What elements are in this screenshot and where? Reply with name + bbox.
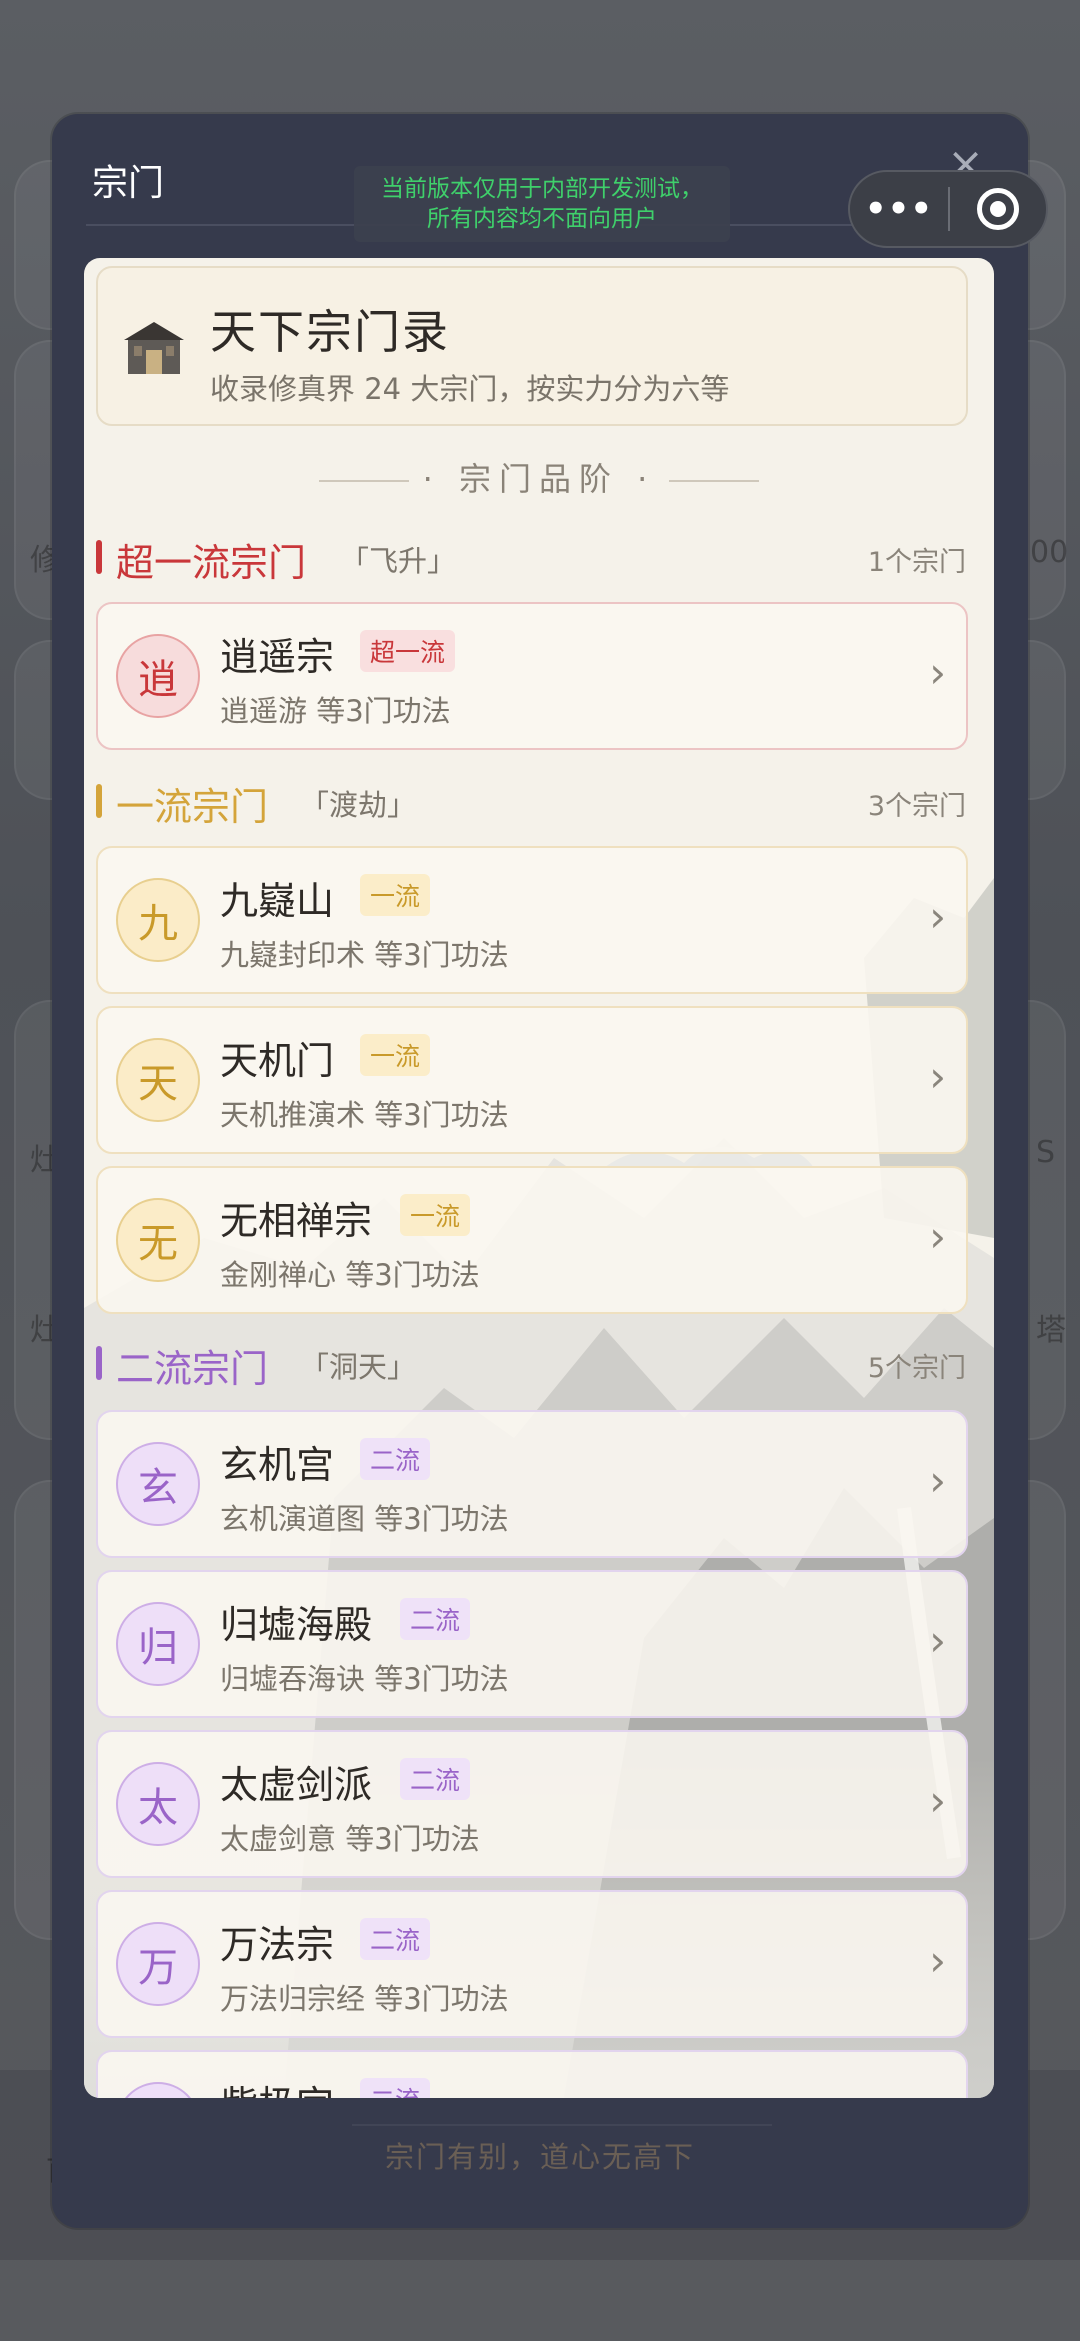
sect-item[interactable]: 逍 逍遥宗 超一流 逍遥游 等3门功法 ›	[96, 602, 968, 750]
chevron-right-icon: ›	[929, 1776, 946, 1825]
section-count: 3个宗门	[867, 791, 966, 822]
sect-desc: 天机推演术 等3门功法	[220, 1098, 509, 1132]
close-miniprogram-icon[interactable]	[950, 188, 1046, 230]
sect-avatar: 太	[116, 1762, 200, 1846]
rank-badge: 二流	[400, 1758, 471, 1800]
sect-avatar: 归	[116, 1602, 200, 1686]
sect-name: 逍遥宗	[220, 635, 335, 679]
sect-item[interactable]: 九 九嶷山 一流 九嶷封印术 等3门功法 ›	[96, 846, 968, 994]
sect-avatar: 万	[116, 1922, 200, 2006]
rank-badge: 一流	[360, 1034, 431, 1076]
rank-badge: 二流	[360, 1438, 431, 1480]
section-header-second: 二流宗门 「洞天」 5个宗门	[96, 1336, 968, 1391]
miniprogram-capsule: •••	[848, 170, 1048, 248]
sect-name: 紫极宫	[220, 2074, 334, 2098]
target-ring	[976, 188, 1019, 230]
section-name: 一流宗门	[116, 785, 269, 829]
section-count: 5个宗门	[867, 1353, 966, 1384]
rank-badge: 一流	[400, 1194, 471, 1236]
sect-avatar: 紫	[116, 2082, 200, 2098]
sect-avatar: 天	[116, 1038, 200, 1122]
sect-item[interactable]: 玄 玄机宫 二流 玄机演道图 等3门功法 ›	[96, 1410, 968, 1558]
modal-title: 宗门	[92, 163, 165, 204]
section-count: 1个宗门	[867, 547, 966, 578]
sect-desc: 玄机演道图 等3门功法	[220, 1502, 509, 1536]
chevron-right-icon: ›	[929, 1052, 946, 1101]
section-bar	[96, 784, 102, 818]
background-label: 塔	[1036, 1313, 1066, 1348]
sect-item[interactable]: 太 太虚剑派 二流 太虚剑意 等3门功法 ›	[96, 1730, 968, 1878]
rank-badge: 二流	[360, 2078, 431, 2098]
divider-line	[318, 480, 409, 482]
sect-desc: 逍遥游 等3门功法	[220, 694, 451, 728]
chevron-right-icon: ›	[929, 648, 946, 697]
sect-avatar: 玄	[116, 1442, 200, 1526]
section-header-first: 一流宗门 「渡劫」 3个宗门	[96, 774, 968, 829]
rank-badge: 二流	[400, 1598, 471, 1640]
sect-item[interactable]: 万 万法宗 二流 万法归宗经 等3门功法 ›	[96, 1890, 968, 2038]
dev-banner-line: 所有内容均不面向用户	[427, 206, 657, 232]
grade-heading: · 宗门品阶 ·	[84, 454, 994, 500]
rank-badge: 二流	[360, 1918, 431, 1960]
sect-avatar: 九	[116, 878, 200, 962]
footer-divider	[352, 2124, 772, 2126]
dev-test-banner: 当前版本仅用于内部开发测试， 所有内容均不面向用户	[354, 166, 730, 242]
more-icon[interactable]: •••	[850, 189, 948, 229]
sect-record-header: 天下宗门录 收录修真界 24 大宗门，按实力分为六等	[96, 266, 968, 426]
sect-desc: 万法归宗经 等3门功法	[220, 1982, 509, 2016]
sect-desc: 金刚禅心 等3门功法	[220, 1258, 480, 1292]
section-header-super: 超一流宗门 「飞升」 1个宗门	[96, 530, 968, 585]
section-bar	[96, 540, 102, 574]
rank-badge: 超一流	[360, 630, 456, 672]
sect-avatar: 逍	[116, 634, 200, 718]
chevron-right-icon: ›	[929, 1936, 946, 1985]
sect-name: 归墟海殿	[220, 1603, 373, 1647]
section-tag: 「洞天」	[300, 1350, 417, 1384]
sect-name: 万法宗	[220, 1923, 335, 1967]
sect-name: 九嶷山	[220, 879, 335, 923]
chevron-right-icon: ›	[929, 1456, 946, 1505]
section-bar	[96, 1346, 102, 1380]
divider-line	[669, 480, 760, 482]
background-label: S	[1036, 1135, 1056, 1170]
sect-item[interactable]: 无 无相禅宗 一流 金刚禅心 等3门功法 ›	[96, 1166, 968, 1314]
dev-banner-line: 当前版本仅用于内部开发测试，	[381, 176, 703, 202]
section-tag: 「飞升」	[340, 544, 457, 578]
sect-name: 无相禅宗	[220, 1199, 373, 1243]
sect-item[interactable]: 天 天机门 一流 天机推演术 等3门功法 ›	[96, 1006, 968, 1154]
chevron-right-icon: ›	[929, 1212, 946, 1261]
sect-name: 太虚剑派	[220, 1763, 373, 1807]
chevron-right-icon: ›	[929, 892, 946, 941]
sect-name: 玄机宫	[220, 1443, 335, 1487]
sect-modal: 宗门 × 当前版本仅用于内部开发测试， 所有内容均不面向用户 天下宗门录 收录修…	[52, 114, 1028, 2228]
background-label: 00	[1030, 535, 1069, 570]
section-name: 超一流宗门	[116, 541, 307, 585]
sect-desc: 九嶷封印术 等3门功法	[220, 938, 509, 972]
target-dot	[989, 201, 1006, 217]
sect-avatar: 无	[116, 1198, 200, 1282]
sect-list-scroll[interactable]: 天下宗门录 收录修真界 24 大宗门，按实力分为六等 · 宗门品阶 · 超一流宗…	[84, 258, 994, 2098]
section-tag: 「渡劫」	[300, 788, 417, 822]
section-name: 二流宗门	[116, 1347, 269, 1391]
sect-desc: 归墟吞海诀 等3门功法	[220, 1662, 509, 1696]
grade-heading-text: · 宗门品阶 ·	[422, 460, 656, 498]
sect-gate-icon	[124, 322, 184, 374]
sect-desc: 太虚剑意 等3门功法	[220, 1822, 480, 1856]
header-title: 天下宗门录	[210, 305, 450, 359]
rank-badge: 一流	[360, 874, 431, 916]
sect-item[interactable]: 紫 紫极宫 二流	[96, 2050, 968, 2098]
sect-name: 天机门	[220, 1039, 335, 1083]
modal-footer: 宗门有别，道心无高下	[384, 2140, 695, 2174]
header-subtitle: 收录修真界 24 大宗门，按实力分为六等	[210, 372, 730, 406]
sect-item[interactable]: 归 归墟海殿 二流 归墟吞海诀 等3门功法 ›	[96, 1570, 968, 1718]
chevron-right-icon: ›	[929, 1616, 946, 1665]
